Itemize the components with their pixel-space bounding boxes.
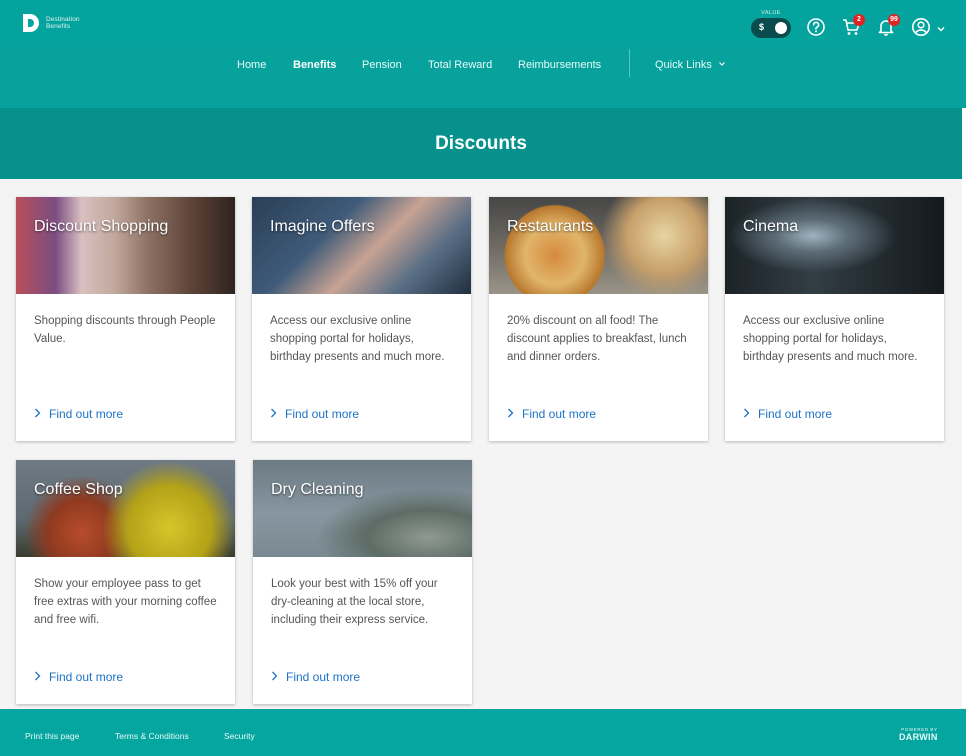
- card-image: [725, 197, 944, 294]
- value-toggle[interactable]: VALUE $: [750, 10, 792, 38]
- card-description: Access our exclusive online shopping por…: [270, 315, 445, 363]
- quick-links-label: Quick Links: [655, 59, 712, 71]
- card-restaurants[interactable]: Restaurants 20% discount on all food! Th…: [489, 197, 708, 441]
- right-edge: [962, 108, 966, 708]
- card-title: Coffee Shop: [34, 481, 123, 498]
- powered-by-logo: POWERED BY DARWIN: [899, 727, 938, 742]
- nav-item-pension[interactable]: Pension: [362, 59, 402, 71]
- logo-line-1: Destination: [46, 16, 80, 23]
- logo-icon: [22, 13, 40, 33]
- link-label: Find out more: [758, 407, 833, 421]
- card-title: Cinema: [743, 218, 799, 235]
- help-icon[interactable]: [806, 17, 826, 37]
- chevron-right-icon: [270, 407, 277, 421]
- card-image: [489, 197, 708, 294]
- card-description: 20% discount on all food! The discount a…: [507, 315, 687, 363]
- find-out-more-link[interactable]: Find out more: [507, 407, 596, 421]
- logo-line-2: Benefits: [46, 23, 71, 30]
- find-out-more-link[interactable]: Find out more: [271, 670, 360, 684]
- card-image: [252, 197, 471, 294]
- link-label: Find out more: [286, 670, 361, 684]
- page-banner: Discounts: [0, 108, 962, 179]
- top-header: Destination Benefits VALUE $ 2 99: [0, 0, 966, 47]
- chevron-right-icon: [507, 407, 514, 421]
- chevron-down-icon: [718, 59, 726, 71]
- toggle-track[interactable]: $: [751, 18, 791, 38]
- nav-item-reimbursements[interactable]: Reimbursements: [518, 59, 601, 71]
- find-out-more-link[interactable]: Find out more: [270, 407, 359, 421]
- card-dry-cleaning[interactable]: Dry Cleaning Look your best with 15% off…: [253, 460, 472, 704]
- chevron-right-icon: [271, 670, 278, 684]
- link-label: Find out more: [49, 407, 124, 421]
- card-description: Access our exclusive online shopping por…: [743, 315, 918, 363]
- main-nav: Home Benefits Pension Total Reward Reimb…: [0, 47, 966, 108]
- nav-item-benefits[interactable]: Benefits: [293, 59, 336, 71]
- cart-icon[interactable]: 2: [841, 14, 865, 37]
- nav-item-quick-links[interactable]: Quick Links: [655, 59, 726, 71]
- link-label: Find out more: [522, 407, 597, 421]
- card-title: Imagine Offers: [270, 218, 375, 235]
- card-description: Look your best with 15% off your dry-cle…: [271, 578, 438, 626]
- nav-item-total-reward[interactable]: Total Reward: [428, 59, 492, 71]
- card-imagine-offers[interactable]: Imagine Offers Access our exclusive onli…: [252, 197, 471, 441]
- find-out-more-link[interactable]: Find out more: [34, 407, 123, 421]
- brand-name: DARWIN: [899, 732, 938, 742]
- card-image: [16, 197, 235, 294]
- card-image: [253, 460, 472, 557]
- toggle-knob[interactable]: [775, 22, 787, 34]
- dollar-icon: $: [759, 22, 765, 32]
- link-label: Find out more: [285, 407, 360, 421]
- nav-divider: [629, 49, 630, 77]
- nav-item-home[interactable]: Home: [237, 59, 266, 71]
- footer: Print this page Terms & Conditions Secur…: [0, 709, 966, 756]
- card-image: [16, 460, 235, 557]
- card-discount-shopping[interactable]: Discount Shopping Shopping discounts thr…: [16, 197, 235, 441]
- logo[interactable]: Destination Benefits: [22, 13, 80, 33]
- card-title: Dry Cleaning: [271, 481, 364, 498]
- notification-count-badge: 99: [888, 14, 900, 26]
- card-title: Discount Shopping: [34, 218, 169, 235]
- page-title: Discounts: [435, 133, 527, 154]
- footer-link-print[interactable]: Print this page: [25, 731, 79, 741]
- chevron-right-icon: [34, 407, 41, 421]
- value-label: VALUE: [761, 10, 781, 16]
- footer-link-security[interactable]: Security: [224, 731, 255, 741]
- card-cinema[interactable]: Cinema Access our exclusive online shopp…: [725, 197, 944, 441]
- card-coffee-shop[interactable]: Coffee Shop Show your employee pass to g…: [16, 460, 235, 704]
- bell-icon[interactable]: 99: [876, 14, 900, 37]
- find-out-more-link[interactable]: Find out more: [743, 407, 832, 421]
- link-label: Find out more: [49, 670, 124, 684]
- cart-count-badge: 2: [853, 14, 865, 26]
- user-icon[interactable]: [911, 17, 931, 37]
- logo-text: Destination Benefits: [46, 16, 80, 30]
- chevron-right-icon: [743, 407, 750, 421]
- find-out-more-link[interactable]: Find out more: [34, 670, 123, 684]
- card-description: Shopping discounts through People Value.: [34, 315, 216, 345]
- chevron-down-icon[interactable]: [936, 21, 946, 32]
- footer-link-terms[interactable]: Terms & Conditions: [115, 731, 189, 741]
- card-description: Show your employee pass to get free extr…: [34, 578, 217, 626]
- card-title: Restaurants: [507, 218, 594, 235]
- chevron-right-icon: [34, 670, 41, 684]
